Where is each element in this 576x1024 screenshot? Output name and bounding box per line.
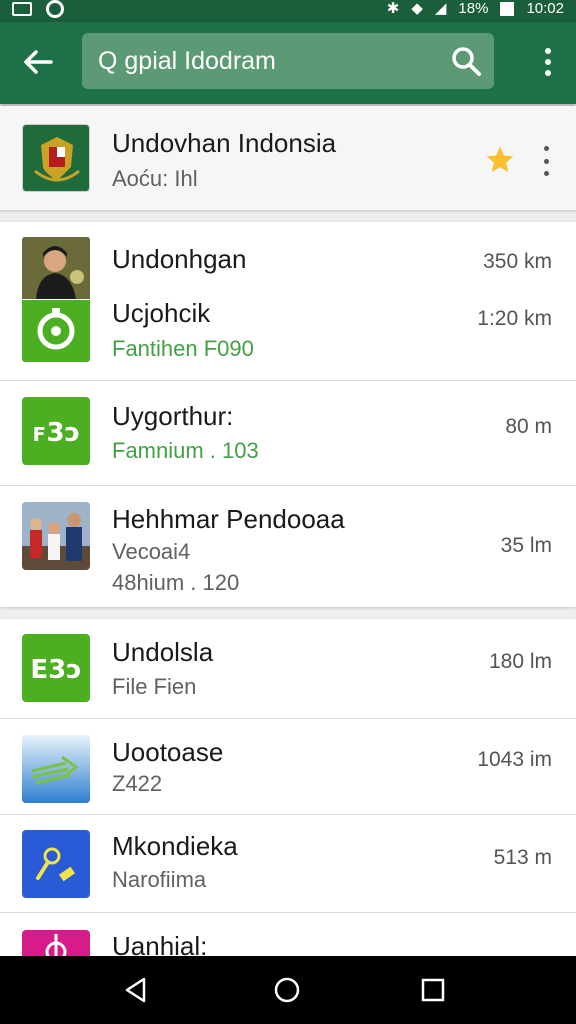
overflow-dot: [545, 48, 551, 54]
item-title: Mkondieka: [112, 831, 238, 861]
crest-emblem-icon: [22, 124, 90, 192]
overflow-dot: [545, 70, 551, 76]
square-recents-icon: [421, 978, 445, 1002]
featured-subtitle: Aoću: Ihl: [112, 166, 198, 191]
back-button[interactable]: [18, 42, 58, 82]
item-distance: 180 lm: [488, 650, 552, 673]
item-title: Undonhgan: [112, 244, 247, 274]
item-distance: 1043 im: [477, 748, 552, 771]
wifi-icon: ◆: [411, 0, 423, 17]
group-photo-icon: [22, 502, 90, 570]
overflow-dot: [543, 171, 549, 176]
search-button[interactable]: [450, 45, 482, 77]
svg-text:E3ↄ: E3ↄ: [30, 655, 81, 685]
svg-text:ꜰ3ↄ: ꜰ3ↄ: [32, 418, 80, 448]
nav-back-button[interactable]: [120, 974, 152, 1006]
list-item[interactable]: Undonhgan 350 km Ucjohcik 1:20 km Fantih…: [0, 222, 576, 380]
back-arrow-icon: [24, 50, 53, 74]
status-time: 10:02: [526, 0, 564, 17]
gallery-notification-icon: [12, 2, 32, 16]
list-item[interactable]: Uootoase 1043 im Z422: [0, 719, 576, 814]
item-subtitle: Z422: [112, 771, 163, 796]
triangle-back-icon: [125, 977, 146, 1003]
star-icon: [486, 146, 514, 172]
item-title: Hehhmar Pendooaa: [112, 504, 345, 534]
results-group-1: Undonhgan 350 km Ucjohcik 1:20 km Fantih…: [0, 222, 576, 607]
signal-icon: ◢: [434, 0, 447, 17]
green-app-icon: E3ↄ: [22, 634, 90, 702]
status-right-icons: ✱ ◆ ◢ 18% 10:02: [387, 0, 564, 18]
favorite-button[interactable]: [484, 144, 516, 176]
list-item[interactable]: E3ↄ Undolsla 180 lm File Fien: [0, 619, 576, 718]
overflow-dot: [543, 146, 549, 151]
item-title: Undolsla: [112, 637, 214, 667]
list-item[interactable]: Hehhmar Pendooaa 35 lm Vecoai4 48hium . …: [0, 486, 576, 607]
search-input[interactable]: Q gpial Idodram: [82, 33, 494, 89]
item-title: Ucjohcik: [112, 298, 211, 328]
item-subtitle: Narofiima: [112, 867, 207, 892]
item-distance: 350 km: [483, 250, 552, 273]
featured-title: Undovhan Indonsia: [112, 128, 337, 158]
green-app-icon: ꜰ3ↄ: [22, 397, 90, 465]
list-item[interactable]: ꜰ3ↄ Uygorthur: 80 m Famnium . 103: [0, 381, 576, 485]
item-title: Uygorthur:: [112, 401, 234, 431]
item-distance: 1:20 km: [477, 307, 552, 330]
nav-home-button[interactable]: [271, 974, 303, 1006]
blue-arrow-icon: [22, 735, 90, 803]
item-subtitle: Fantihen F090: [112, 336, 254, 361]
blue-key-icon: [22, 830, 90, 898]
list-item[interactable]: Mkondieka 513 m Narofiima: [0, 815, 576, 912]
circle-home-icon: [274, 977, 300, 1003]
bluetooth-icon: ✱: [386, 0, 400, 17]
featured-item[interactable]: Undovhan Indonsia Aoću: Ihl: [0, 106, 576, 210]
sync-notification-icon: [46, 0, 64, 18]
status-bar: ✱ ◆ ◢ 18% 10:02: [0, 0, 576, 22]
item-subtitle-2: 48hium . 120: [112, 570, 240, 595]
overflow-menu-button[interactable]: [538, 44, 558, 80]
item-subtitle: Famnium . 103: [112, 438, 259, 463]
item-distance: 80 m: [505, 415, 552, 438]
nav-recents-button[interactable]: [417, 974, 449, 1006]
item-title: Uootoase: [112, 737, 224, 767]
item-distance: 35 lm: [500, 534, 552, 557]
item-subtitle: File Fien: [112, 674, 197, 699]
results-group-2: E3ↄ Undolsla 180 lm File Fien Uootoase 1…: [0, 619, 576, 956]
item-title: Uanhial:: [112, 931, 208, 956]
search-query-text: Q gpial Idodram: [98, 47, 276, 75]
search-icon: [452, 47, 481, 76]
system-nav-bar: [0, 956, 576, 1024]
green-app-icon: [22, 300, 90, 362]
item-overflow-button[interactable]: [538, 146, 554, 176]
item-distance: 513 m: [493, 846, 552, 869]
battery-icon: [500, 2, 515, 16]
status-left-icons: [12, 0, 64, 18]
app-bar: Q gpial Idodram: [0, 22, 576, 104]
battery-percent: 18%: [458, 0, 489, 17]
magenta-app-icon: [22, 930, 90, 956]
list-item[interactable]: Uanhial:: [0, 913, 576, 956]
portrait-photo-icon: [22, 237, 90, 299]
overflow-dot: [545, 59, 551, 65]
overflow-dot: [543, 158, 549, 164]
item-subtitle: Vecoai4: [112, 539, 191, 564]
